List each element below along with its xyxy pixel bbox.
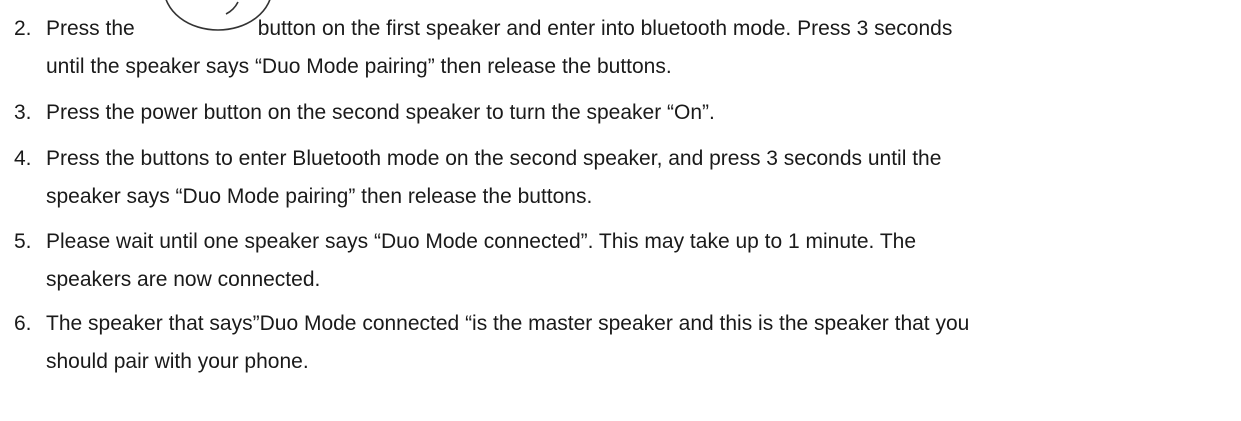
step-line-2: until the speaker says “Duo Mode pairing… [46,55,672,78]
step-text-after-icon: button on the first speaker and enter in… [257,17,953,40]
speaker-button-icon [160,0,276,36]
step-number: 5. [14,230,32,253]
step-number: 4. [14,147,32,170]
step-4: 4. Press the buttons to enter Bluetooth … [0,140,1241,216]
step-line-1: Please wait until one speaker says “Duo … [46,230,917,253]
step-line-1: Press the power button on the second spe… [46,101,715,124]
step-text-before-icon: Press the [46,17,135,40]
step-line-1: Press the buttons to enter Bluetooth mod… [46,147,942,170]
step-line-2: speakers are now connected. [46,268,321,291]
step-line-2: speaker says “Duo Mode pairing” then rel… [46,185,593,208]
step-number: 2. [14,17,32,40]
step-6: 6. The speaker that says”Duo Mode connec… [0,305,1241,381]
step-line-1: The speaker that says”Duo Mode connected… [46,312,970,335]
step-5: 5. Please wait until one speaker says “D… [0,223,1241,299]
step-number: 3. [14,101,32,124]
step-line-2: should pair with your phone. [46,350,309,373]
instruction-document: 2. Press the button on the first speaker … [0,0,1241,421]
step-3: 3. Press the power button on the second … [0,94,1241,132]
step-number: 6. [14,312,32,335]
step-2: 2. Press the button on the first speaker … [0,0,1241,86]
